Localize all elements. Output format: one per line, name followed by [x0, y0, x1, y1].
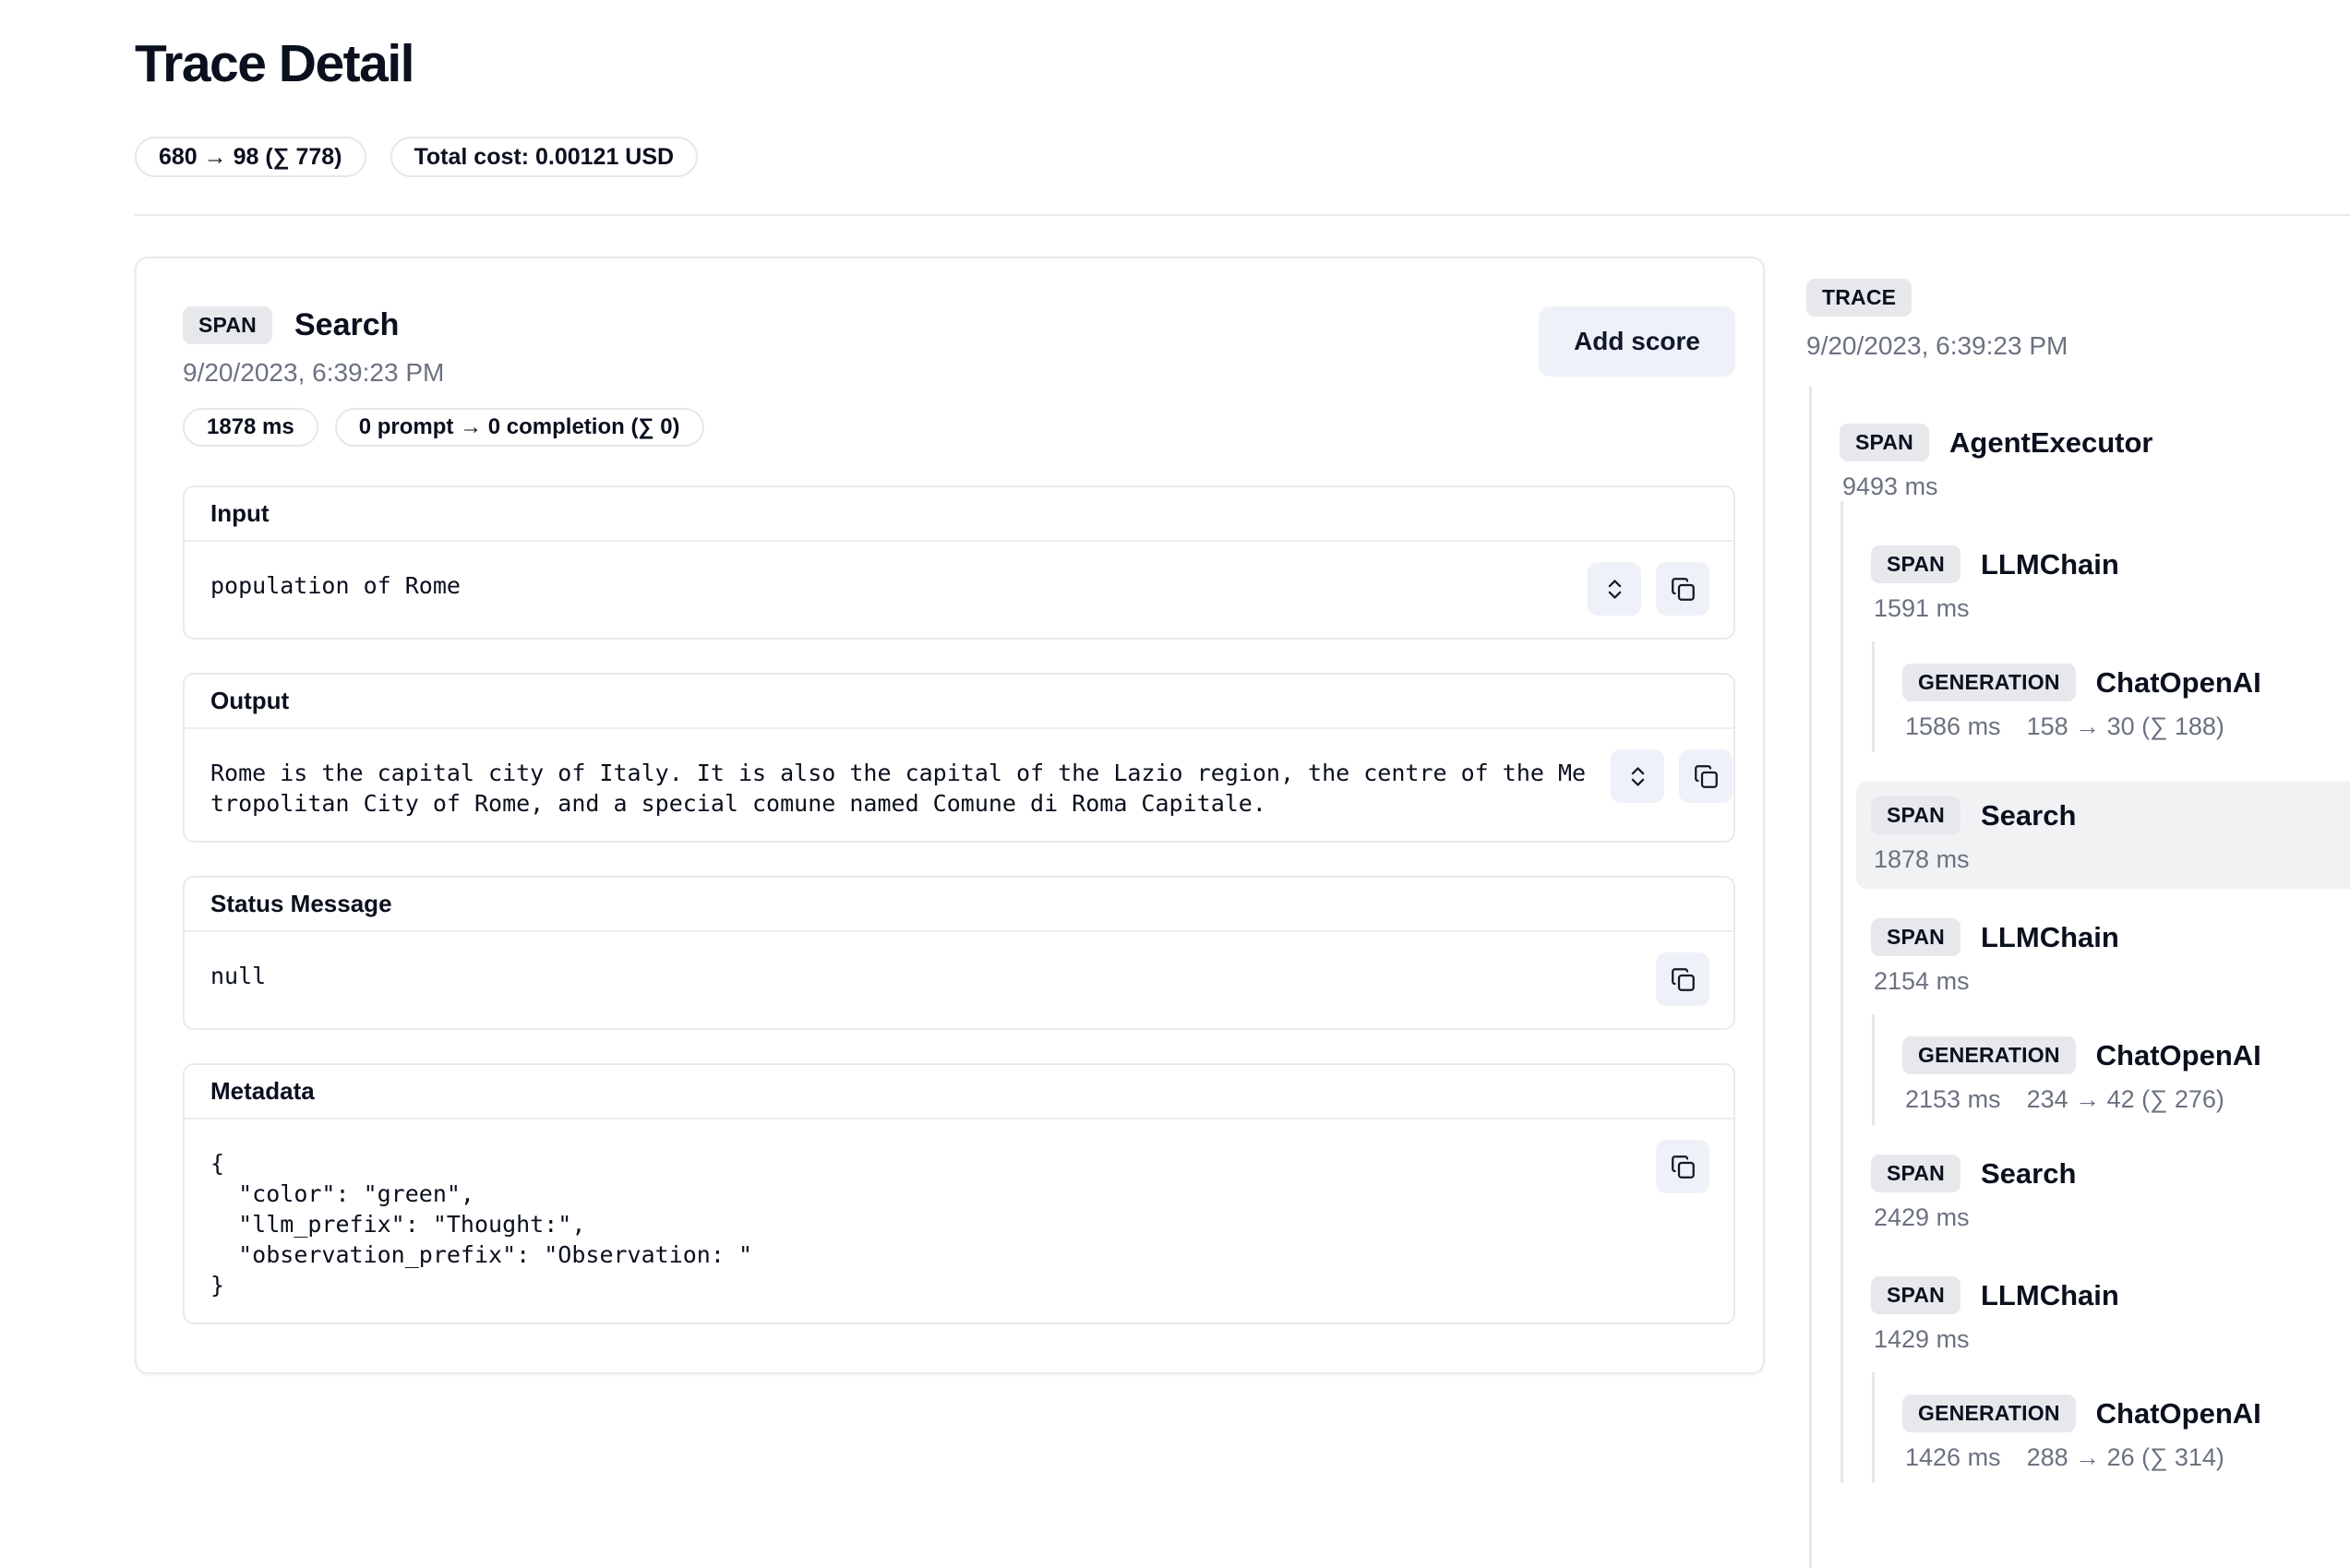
node-type-badge: SPAN	[1840, 424, 1929, 461]
copy-icon	[1671, 577, 1696, 602]
node-name: ChatOpenAI	[2096, 1397, 2261, 1430]
node-type-badge: SPAN	[1871, 545, 1960, 583]
latency-badge: 1878 ms	[183, 408, 318, 447]
trace-summary-badges: 680 → 98 (∑ 778) Total cost: 0.00121 USD	[135, 137, 2350, 177]
page-title: Trace Detail	[135, 33, 2350, 94]
copy-icon	[1671, 1155, 1696, 1179]
node-latency: 2153 ms	[1905, 1085, 2001, 1114]
trace-timestamp: 9/20/2023, 6:39:23 PM	[1806, 331, 2350, 361]
section-status-message: Status Message null	[183, 876, 1735, 1030]
trace-detail-page: Trace Detail 680 → 98 (∑ 778) Total cost…	[0, 0, 2350, 1568]
observation-title: Search	[294, 307, 399, 343]
tree-node-chatopenai-1[interactable]: GENERATION ChatOpenAI 1586 ms 158 → 30 (…	[1902, 664, 2350, 741]
tree-node-llmchain-3[interactable]: SPAN LLMChain 1429 ms	[1871, 1276, 2350, 1354]
node-latency: 1429 ms	[1874, 1325, 1970, 1354]
node-name: LLMChain	[1981, 1279, 2119, 1312]
section-output: Output Rome is the capital city of Italy…	[183, 673, 1735, 843]
node-name: Search	[1981, 1157, 2076, 1191]
section-metadata: Metadata { "color": "green", "llm_prefix…	[183, 1063, 1735, 1324]
node-name: Search	[1981, 799, 2076, 832]
section-input: Input population of Rome	[183, 485, 1735, 640]
add-score-button[interactable]: Add score	[1539, 306, 1735, 377]
tree-node-agentexecutor[interactable]: SPAN AgentExecutor 9493 ms	[1840, 424, 2350, 501]
observation-timestamp: 9/20/2023, 6:39:23 PM	[183, 358, 704, 388]
node-name: ChatOpenAI	[2096, 1039, 2261, 1072]
tree-node-chatopenai-3[interactable]: GENERATION ChatOpenAI 1426 ms 288 → 26 (…	[1902, 1394, 2350, 1472]
node-name: LLMChain	[1981, 548, 2119, 581]
section-metadata-title: Metadata	[185, 1065, 1733, 1119]
node-latency: 1878 ms	[1874, 845, 1970, 874]
node-tokens: 234 → 42 (∑ 276)	[2027, 1085, 2224, 1114]
copy-button[interactable]	[1656, 952, 1709, 1006]
section-status-content: null	[210, 952, 1637, 991]
copy-icon	[1671, 967, 1696, 992]
node-latency: 1591 ms	[1874, 594, 1970, 623]
tree-children: GENERATION ChatOpenAI 1586 ms 158 → 30 (…	[1872, 641, 2350, 752]
tree-node-llmchain-1[interactable]: SPAN LLMChain 1591 ms	[1871, 545, 2350, 623]
tree-node-search-selected[interactable]: SPAN Search 1878 ms	[1856, 782, 2350, 889]
header-divider	[135, 214, 2350, 216]
token-usage-badge: 680 → 98 (∑ 778)	[135, 137, 366, 177]
node-tokens: 158 → 30 (∑ 188)	[2027, 712, 2224, 741]
node-latency: 1426 ms	[1905, 1443, 2001, 1472]
tree-children: SPAN LLMChain 1591 ms GENERATION ChatOpe…	[1840, 501, 2350, 1483]
section-output-content: Rome is the capital city of Italy. It is…	[210, 749, 1592, 819]
chevrons-up-down-icon	[1625, 764, 1650, 789]
expand-button[interactable]	[1588, 562, 1641, 616]
node-name: ChatOpenAI	[2096, 666, 2261, 700]
observation-card: SPAN Search 9/20/2023, 6:39:23 PM 1878 m…	[135, 257, 1765, 1374]
node-type-badge: SPAN	[1871, 918, 1960, 956]
copy-button[interactable]	[1679, 749, 1733, 803]
chevrons-up-down-icon	[1602, 577, 1627, 602]
expand-button[interactable]	[1611, 749, 1664, 803]
section-metadata-content: { "color": "green", "llm_prefix": "Thoug…	[210, 1140, 1637, 1300]
section-input-title: Input	[185, 487, 1733, 542]
copy-button[interactable]	[1656, 562, 1709, 616]
section-input-content: population of Rome	[210, 562, 1569, 601]
trace-badge: TRACE	[1806, 279, 1912, 317]
node-type-badge: SPAN	[1871, 1276, 1960, 1314]
node-latency: 9493 ms	[1842, 473, 1938, 501]
section-status-title: Status Message	[185, 878, 1733, 932]
tree-node-chatopenai-2[interactable]: GENERATION ChatOpenAI 2153 ms 234 → 42 (…	[1902, 1036, 2350, 1114]
tree-children: GENERATION ChatOpenAI 2153 ms 234 → 42 (…	[1872, 1014, 2350, 1125]
copy-icon	[1694, 764, 1719, 789]
node-latency: 1586 ms	[1905, 712, 2001, 741]
token-count-badge: 0 prompt → 0 completion (∑ 0)	[335, 408, 704, 447]
node-name: LLMChain	[1981, 921, 2119, 954]
trace-tree-sidebar: TRACE 9/20/2023, 6:39:23 PM SPAN AgentEx…	[1806, 257, 2350, 1568]
node-type-badge: GENERATION	[1902, 1036, 2076, 1074]
copy-button[interactable]	[1656, 1140, 1709, 1193]
tree-node-llmchain-2[interactable]: SPAN LLMChain 2154 ms	[1871, 918, 2350, 996]
tree-children: GENERATION ChatOpenAI 1426 ms 288 → 26 (…	[1872, 1372, 2350, 1483]
total-cost-badge: Total cost: 0.00121 USD	[390, 137, 699, 177]
trace-tree: SPAN AgentExecutor 9493 ms SPAN LLMChain…	[1809, 387, 2350, 1568]
tree-node-search-2[interactable]: SPAN Search 2429 ms	[1871, 1155, 2350, 1232]
observation-type-badge: SPAN	[183, 306, 272, 344]
section-output-title: Output	[185, 675, 1733, 729]
node-type-badge: GENERATION	[1902, 664, 2076, 701]
node-latency: 2429 ms	[1874, 1203, 1970, 1232]
node-tokens: 288 → 26 (∑ 314)	[2027, 1443, 2224, 1472]
node-type-badge: SPAN	[1871, 796, 1960, 834]
node-latency: 2154 ms	[1874, 967, 1970, 996]
node-type-badge: SPAN	[1871, 1155, 1960, 1192]
node-type-badge: GENERATION	[1902, 1394, 2076, 1432]
node-name: AgentExecutor	[1949, 426, 2152, 460]
